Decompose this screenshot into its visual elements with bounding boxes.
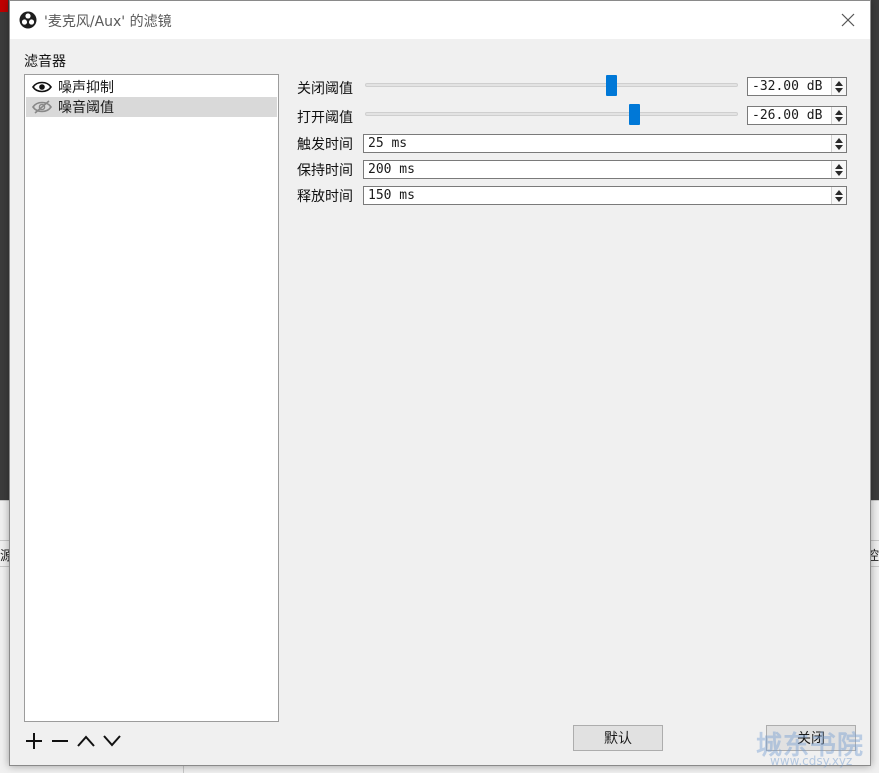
filter-item-label: 噪声抑制 xyxy=(58,80,114,96)
remove-icon xyxy=(52,740,68,742)
hold-time-value: 200 ms xyxy=(368,162,415,177)
open-threshold-label: 打开阈值 xyxy=(297,110,353,126)
defaults-button[interactable]: 默认 xyxy=(573,725,663,751)
attack-time-value: 25 ms xyxy=(368,136,408,151)
spin-arrows[interactable] xyxy=(831,135,846,152)
spin-arrows[interactable] xyxy=(831,161,846,178)
release-time-spinbox[interactable]: 150 ms xyxy=(363,186,847,205)
add-icon xyxy=(26,733,42,749)
filter-item-noise-gate[interactable]: 噪音阈值 xyxy=(26,97,277,117)
spin-up-icon[interactable] xyxy=(835,189,843,195)
open-threshold-slider-thumb[interactable] xyxy=(629,104,640,125)
spin-down-icon[interactable] xyxy=(835,144,843,150)
open-threshold-slider[interactable] xyxy=(365,112,738,116)
spin-down-icon[interactable] xyxy=(835,196,843,202)
close-threshold-slider-thumb[interactable] xyxy=(606,75,617,96)
hold-time-spinbox[interactable]: 200 ms xyxy=(363,160,847,179)
title-bar: '麦克风/Aux' 的滤镜 xyxy=(10,1,870,39)
hold-time-label: 保持时间 xyxy=(297,163,353,179)
spin-down-icon[interactable] xyxy=(835,87,843,93)
spin-up-icon[interactable] xyxy=(835,163,843,169)
filters-heading: 滤音器 xyxy=(24,54,66,70)
close-threshold-label: 关闭阈值 xyxy=(297,81,353,97)
spin-up-icon[interactable] xyxy=(835,80,843,86)
spin-arrows[interactable] xyxy=(831,187,846,204)
filter-item-noise-suppression[interactable]: 噪声抑制 xyxy=(26,77,277,97)
filters-dialog: '麦克风/Aux' 的滤镜 滤音器 噪声抑制 噪音阈值 关闭阈值 -32.00 … xyxy=(9,0,871,766)
spin-up-icon[interactable] xyxy=(835,137,843,143)
obs-logo-icon xyxy=(19,11,37,29)
move-up-icon xyxy=(77,735,95,747)
filter-list: 噪声抑制 噪音阈值 xyxy=(24,74,279,722)
remove-filter-button[interactable] xyxy=(50,729,70,753)
filter-list-controls xyxy=(24,729,122,753)
attack-time-label: 触发时间 xyxy=(297,137,353,153)
attack-time-spinbox[interactable]: 25 ms xyxy=(363,134,847,153)
close-threshold-spinbox[interactable]: -32.00 dB xyxy=(747,77,847,96)
visibility-eye-icon[interactable] xyxy=(32,80,52,94)
open-threshold-spinbox[interactable]: -26.00 dB xyxy=(747,106,847,125)
release-time-label: 释放时间 xyxy=(297,189,353,205)
spin-arrows[interactable] xyxy=(831,78,846,95)
spin-down-icon[interactable] xyxy=(835,116,843,122)
close-threshold-slider[interactable] xyxy=(365,83,738,87)
window-title: '麦克风/Aux' 的滤镜 xyxy=(44,14,172,30)
background-accent xyxy=(0,0,8,12)
move-filter-down-button[interactable] xyxy=(102,729,122,753)
spin-down-icon[interactable] xyxy=(835,170,843,176)
spin-arrows[interactable] xyxy=(831,107,846,124)
release-time-value: 150 ms xyxy=(368,188,415,203)
move-filter-up-button[interactable] xyxy=(76,729,96,753)
open-threshold-value: -26.00 dB xyxy=(752,108,823,123)
close-threshold-value: -32.00 dB xyxy=(752,79,823,94)
move-down-icon xyxy=(103,735,121,747)
close-window-icon[interactable] xyxy=(838,10,858,30)
spin-up-icon[interactable] xyxy=(835,109,843,115)
add-filter-button[interactable] xyxy=(24,729,44,753)
watermark-url: www.cdsy.xyz xyxy=(770,754,853,768)
visibility-hidden-eye-icon[interactable] xyxy=(32,100,52,114)
filter-item-label: 噪音阈值 xyxy=(58,100,114,116)
